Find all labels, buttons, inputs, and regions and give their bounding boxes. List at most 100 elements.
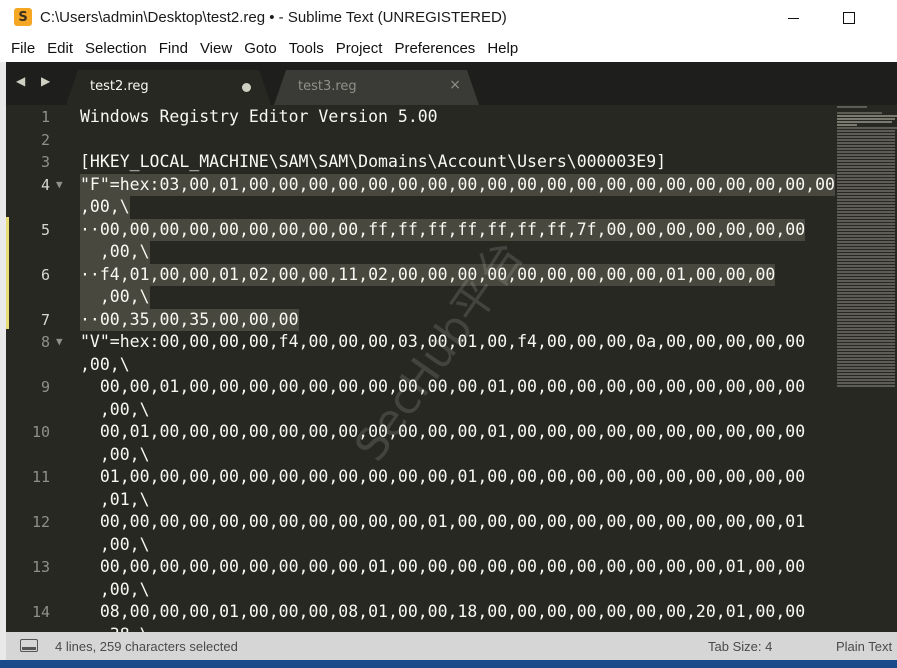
minimap-line — [837, 187, 895, 189]
code-line[interactable]: 4 ▼ "F"=hex:03,00,01,00,00,00,00,00,00,00,… — [6, 173, 836, 197]
minimap-line — [837, 310, 895, 312]
menu-file[interactable]: File — [0, 36, 41, 62]
line-text: ··00,00,00,00,00,00,00,00,00,ff,ff,ff,ff… — [80, 218, 806, 241]
line-text: ,01,\ — [80, 489, 150, 509]
title-bar: S C:\Users\admin\Desktop\test2.reg • - S… — [0, 0, 897, 36]
unsaved-dot-icon[interactable] — [242, 83, 251, 92]
menu-preferences[interactable]: Preferences — [388, 36, 481, 62]
minimap-line — [837, 301, 895, 303]
code-line[interactable]: 2 — [6, 129, 836, 152]
menu-view[interactable]: View — [194, 36, 238, 62]
code-line[interactable]: 10 00,01,00,00,00,00,00,00,00,00,00,00,0… — [6, 421, 836, 444]
code-line[interactable]: ,38,\ — [6, 624, 836, 633]
code-line[interactable]: 8 ▼ "V"=hex:00,00,00,00,f4,00,00,00,03,00,… — [6, 331, 836, 354]
code-line[interactable]: ,00,\ — [6, 196, 836, 219]
menu-tools[interactable]: Tools — [283, 36, 330, 62]
line-number: 11 — [31, 468, 50, 486]
taskbar-edge — [0, 660, 897, 668]
code-line[interactable]: ,00,\ — [6, 354, 836, 377]
code-line[interactable]: 11 01,00,00,00,00,00,00,00,00,00,00,00,0… — [6, 466, 836, 489]
selection-status: 4 lines, 259 characters selected — [55, 639, 238, 654]
tab-test2-reg[interactable]: test2.reg — [66, 70, 271, 105]
code-line[interactable]: 7 ··00,35,00,35,00,00,00 — [6, 308, 836, 331]
minimap-line — [837, 262, 895, 264]
minimap-line — [837, 340, 895, 342]
code-line[interactable]: 12 00,00,00,00,00,00,00,00,00,00,00,01,0… — [6, 511, 836, 534]
line-text: ,00,\ — [80, 241, 150, 264]
line-text: 00,00,00,00,00,00,00,00,00,00,00,01,00,0… — [80, 512, 806, 531]
code-line[interactable]: ,00,\ — [6, 579, 836, 602]
minimap-line — [837, 247, 895, 249]
code-line[interactable]: 5 ··00,00,00,00,00,00,00,00,00,ff,ff,ff,f… — [6, 218, 836, 241]
minimap-line — [837, 160, 895, 162]
minimap[interactable] — [837, 105, 897, 485]
line-number: 4 — [40, 175, 50, 194]
code-line[interactable]: 13 00,00,00,00,00,00,00,00,00,01,00,00,0… — [6, 556, 836, 579]
editor-pane[interactable]: 1 Windows Registry Editor Version 5.00 2 3 [… — [6, 105, 897, 632]
maximize-button[interactable] — [826, 0, 872, 36]
minimap-line — [837, 163, 895, 165]
syntax-selector[interactable]: Plain Text — [836, 639, 892, 654]
line-number: 10 — [31, 423, 50, 441]
line-text: [HKEY_LOCAL_MACHINE\SAM\SAM\Domains\Acco… — [80, 152, 667, 171]
minimap-line — [837, 241, 895, 243]
fold-arrow-icon[interactable]: ▼ — [56, 174, 63, 197]
minimap-line — [837, 172, 895, 174]
code-line[interactable]: ,00,\ — [6, 534, 836, 557]
minimap-line — [837, 385, 895, 387]
menu-goto[interactable]: Goto — [238, 36, 283, 62]
fold-arrow-icon[interactable]: ▼ — [56, 331, 63, 354]
line-text: 01,00,00,00,00,00,00,00,00,00,00,00,01,0… — [80, 467, 806, 486]
sublime-text-icon: S — [14, 8, 32, 26]
line-text: 00,00,00,00,00,00,00,00,00,01,00,00,00,0… — [80, 557, 806, 576]
code-line[interactable]: 14 08,00,00,00,01,00,00,00,08,01,00,00,1… — [6, 601, 836, 624]
minimap-line — [837, 373, 895, 375]
code-line[interactable]: ,00,\ — [6, 241, 836, 264]
minimap-line — [837, 259, 895, 261]
line-number: 3 — [40, 153, 50, 171]
minimap-line — [837, 379, 895, 381]
line-number: 7 — [40, 310, 50, 329]
panel-toggle-icon[interactable] — [20, 639, 38, 652]
code-line[interactable]: 6 ··f4,01,00,00,01,02,00,00,11,02,00,00,0… — [6, 263, 836, 286]
code-line[interactable]: 1 Windows Registry Editor Version 5.00 — [6, 106, 836, 129]
tab-nav-arrows-icon[interactable]: ◀ ▶ — [16, 74, 56, 88]
minimize-icon — [787, 17, 799, 19]
code-line[interactable]: ,00,\ — [6, 399, 836, 422]
minimap-line — [837, 355, 895, 357]
line-text: ··00,35,00,35,00,00,00 — [80, 308, 299, 331]
code-line[interactable]: ,00,\ — [6, 286, 836, 309]
minimap-line — [837, 184, 895, 186]
minimap-line — [837, 112, 882, 114]
close-tab-icon[interactable]: × — [449, 77, 461, 93]
minimap-line — [837, 157, 895, 159]
minimap-line — [837, 283, 895, 285]
code-line[interactable]: 3 [HKEY_LOCAL_MACHINE\SAM\SAM\Domains\Acc… — [6, 151, 836, 174]
tab-size-selector[interactable]: Tab Size: 4 — [708, 639, 772, 654]
tab-test3-reg[interactable]: test3.reg × — [274, 70, 479, 105]
minimap-line — [837, 268, 895, 270]
menu-help[interactable]: Help — [481, 36, 524, 62]
minimap-line — [837, 271, 895, 273]
minimap-line — [837, 208, 895, 210]
code-area[interactable]: 1 Windows Registry Editor Version 5.00 2 3 [… — [6, 106, 897, 632]
minimap-line — [837, 205, 895, 207]
minimap-line — [837, 199, 895, 201]
menu-edit[interactable]: Edit — [41, 36, 79, 62]
minimap-line — [837, 325, 895, 327]
minimap-line — [837, 370, 895, 372]
menu-selection[interactable]: Selection — [79, 36, 153, 62]
minimap-line — [837, 235, 895, 237]
menu-find[interactable]: Find — [153, 36, 194, 62]
line-text: ,00,\ — [80, 196, 130, 219]
minimize-button[interactable] — [770, 0, 816, 36]
line-text: ,00,\ — [80, 534, 150, 554]
code-line[interactable]: ,00,\ — [6, 444, 836, 467]
code-line[interactable]: 9 00,00,01,00,00,00,00,00,00,00,00,00,00… — [6, 376, 836, 399]
minimap-line — [837, 166, 895, 168]
line-text: ,00,\ — [80, 354, 130, 374]
line-number: 8 — [40, 333, 50, 351]
code-line[interactable]: ,01,\ — [6, 489, 836, 512]
menu-project[interactable]: Project — [330, 36, 389, 62]
minimap-line — [837, 253, 895, 255]
